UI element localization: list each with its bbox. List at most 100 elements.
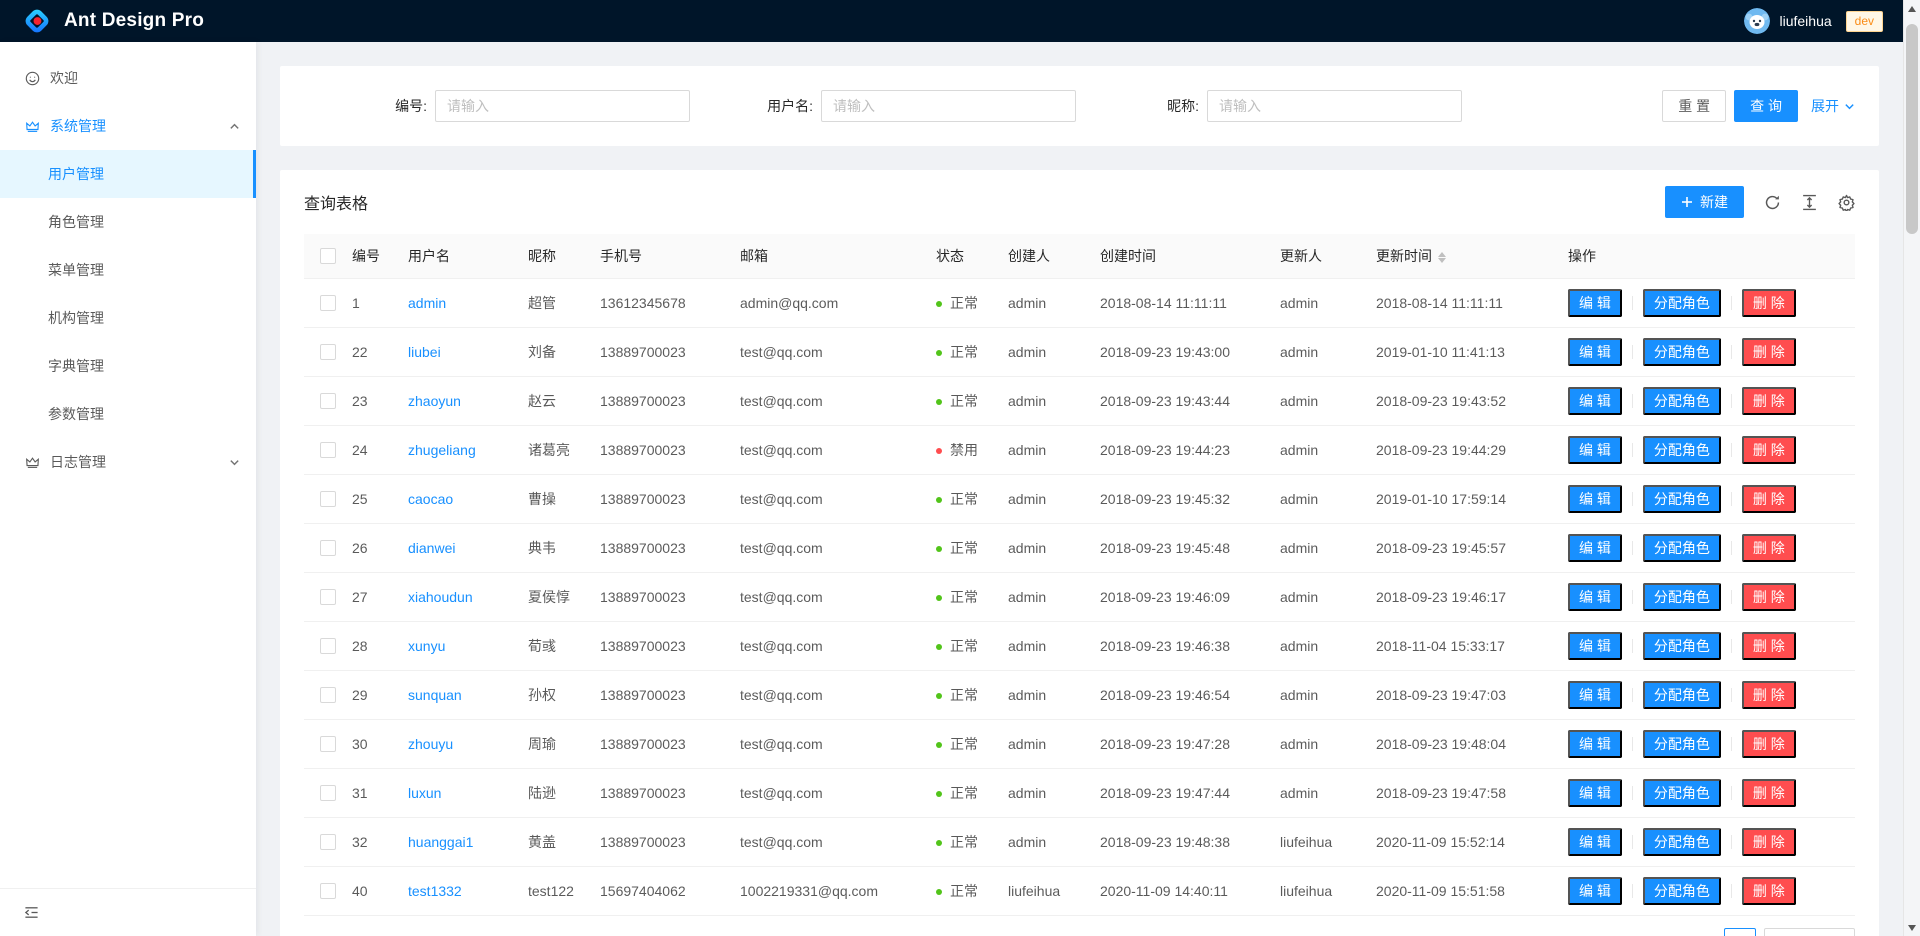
username-link[interactable]: zhugeliang xyxy=(408,442,476,458)
row-checkbox[interactable] xyxy=(320,589,336,605)
scrollbar-thumb[interactable] xyxy=(1906,24,1918,234)
cell-id: 31 xyxy=(352,768,408,817)
username-link[interactable]: zhaoyun xyxy=(408,393,461,409)
sidebar-item-user-mgmt[interactable]: 用户管理 xyxy=(0,150,256,198)
settings-gear-icon[interactable] xyxy=(1838,194,1855,211)
username-link[interactable]: admin xyxy=(408,295,446,311)
assign-role-button[interactable]: 分配角色 xyxy=(1643,632,1721,660)
assign-role-button[interactable]: 分配角色 xyxy=(1643,436,1721,464)
username-link[interactable]: sunquan xyxy=(408,687,462,703)
row-checkbox[interactable] xyxy=(320,834,336,850)
row-checkbox[interactable] xyxy=(320,638,336,654)
sidebar-item-system-mgmt[interactable]: 系统管理 xyxy=(0,102,256,150)
username-link[interactable]: zhouyu xyxy=(408,736,453,752)
delete-button[interactable]: 删 除 xyxy=(1742,387,1796,415)
edit-button[interactable]: 编 辑 xyxy=(1568,338,1622,366)
username-field[interactable] xyxy=(821,90,1076,122)
username-link[interactable]: xiahoudun xyxy=(408,589,473,605)
delete-button[interactable]: 删 除 xyxy=(1742,289,1796,317)
username-link[interactable]: huanggai1 xyxy=(408,834,473,850)
assign-role-button[interactable]: 分配角色 xyxy=(1643,828,1721,856)
select-all-checkbox[interactable] xyxy=(320,248,336,264)
sort-toggle[interactable] xyxy=(1438,252,1446,263)
nickname-field[interactable] xyxy=(1207,90,1462,122)
delete-button[interactable]: 删 除 xyxy=(1742,779,1796,807)
cell-nickname: 陆逊 xyxy=(528,768,600,817)
username-link[interactable]: dianwei xyxy=(408,540,455,556)
row-checkbox[interactable] xyxy=(320,687,336,703)
row-checkbox[interactable] xyxy=(320,295,336,311)
edit-button[interactable]: 编 辑 xyxy=(1568,289,1622,317)
assign-role-button[interactable]: 分配角色 xyxy=(1643,338,1721,366)
status-text: 正常 xyxy=(950,295,978,311)
delete-button[interactable]: 删 除 xyxy=(1742,681,1796,709)
scrollbar-down-arrow[interactable] xyxy=(1904,919,1920,936)
edit-button[interactable]: 编 辑 xyxy=(1568,583,1622,611)
delete-button[interactable]: 删 除 xyxy=(1742,485,1796,513)
page-size-select[interactable]: 20 条/页 xyxy=(1764,928,1855,936)
page-number-button[interactable]: 1 xyxy=(1724,928,1756,936)
delete-button[interactable]: 删 除 xyxy=(1742,534,1796,562)
row-checkbox[interactable] xyxy=(320,883,336,899)
username-link[interactable]: caocao xyxy=(408,491,453,507)
edit-button[interactable]: 编 辑 xyxy=(1568,436,1622,464)
sidebar-item-param-mgmt[interactable]: 参数管理 xyxy=(0,390,256,438)
edit-button[interactable]: 编 辑 xyxy=(1568,534,1622,562)
col-header-created-at: 创建时间 xyxy=(1100,234,1280,278)
row-checkbox[interactable] xyxy=(320,442,336,458)
delete-button[interactable]: 删 除 xyxy=(1742,877,1796,905)
username-link[interactable]: liubei xyxy=(408,344,441,360)
vertical-scrollbar[interactable] xyxy=(1903,0,1920,936)
row-checkbox[interactable] xyxy=(320,540,336,556)
edit-button[interactable]: 编 辑 xyxy=(1568,828,1622,856)
sidebar-item-welcome[interactable]: 欢迎 xyxy=(0,54,256,102)
assign-role-button[interactable]: 分配角色 xyxy=(1643,877,1721,905)
sidebar-collapse-trigger[interactable] xyxy=(0,888,256,936)
row-checkbox[interactable] xyxy=(320,785,336,801)
assign-role-button[interactable]: 分配角色 xyxy=(1643,534,1721,562)
row-checkbox[interactable] xyxy=(320,736,336,752)
sidebar-item-role-mgmt[interactable]: 角色管理 xyxy=(0,198,256,246)
sidebar-item-menu-mgmt[interactable]: 菜单管理 xyxy=(0,246,256,294)
delete-button[interactable]: 删 除 xyxy=(1742,583,1796,611)
edit-button[interactable]: 编 辑 xyxy=(1568,681,1622,709)
assign-role-button[interactable]: 分配角色 xyxy=(1643,289,1721,317)
assign-role-button[interactable]: 分配角色 xyxy=(1643,485,1721,513)
id-field[interactable] xyxy=(435,90,690,122)
column-height-icon[interactable] xyxy=(1801,194,1818,211)
reset-button[interactable]: 重 置 xyxy=(1662,90,1726,122)
expand-link[interactable]: 展开 xyxy=(1811,96,1855,116)
assign-role-button[interactable]: 分配角色 xyxy=(1643,779,1721,807)
sidebar-item-org-mgmt[interactable]: 机构管理 xyxy=(0,294,256,342)
delete-button[interactable]: 删 除 xyxy=(1742,632,1796,660)
delete-button[interactable]: 删 除 xyxy=(1742,730,1796,758)
edit-button[interactable]: 编 辑 xyxy=(1568,730,1622,758)
query-button[interactable]: 查 询 xyxy=(1734,90,1798,122)
row-checkbox[interactable] xyxy=(320,393,336,409)
reload-icon[interactable] xyxy=(1764,194,1781,211)
edit-button[interactable]: 编 辑 xyxy=(1568,485,1622,513)
assign-role-button[interactable]: 分配角色 xyxy=(1643,583,1721,611)
delete-button[interactable]: 删 除 xyxy=(1742,338,1796,366)
edit-button[interactable]: 编 辑 xyxy=(1568,632,1622,660)
sidebar-item-dict-mgmt[interactable]: 字典管理 xyxy=(0,342,256,390)
edit-button[interactable]: 编 辑 xyxy=(1568,387,1622,415)
edit-button[interactable]: 编 辑 xyxy=(1568,877,1622,905)
username-link[interactable]: xunyu xyxy=(408,638,445,654)
username-link[interactable]: luxun xyxy=(408,785,441,801)
username-link[interactable]: test1332 xyxy=(408,883,462,899)
header-username[interactable]: liufeihua xyxy=(1779,13,1831,29)
edit-button[interactable]: 编 辑 xyxy=(1568,779,1622,807)
sidebar-item-log-mgmt[interactable]: 日志管理 xyxy=(0,438,256,486)
row-checkbox[interactable] xyxy=(320,491,336,507)
new-button[interactable]: 新建 xyxy=(1665,186,1744,218)
row-checkbox[interactable] xyxy=(320,344,336,360)
scrollbar-up-arrow[interactable] xyxy=(1904,0,1920,17)
assign-role-button[interactable]: 分配角色 xyxy=(1643,681,1721,709)
user-avatar[interactable] xyxy=(1744,8,1770,34)
assign-role-button[interactable]: 分配角色 xyxy=(1643,387,1721,415)
delete-button[interactable]: 删 除 xyxy=(1742,436,1796,464)
assign-role-button[interactable]: 分配角色 xyxy=(1643,730,1721,758)
table-row: 22 liubei 刘备 13889700023 test@qq.com 正常 … xyxy=(304,327,1855,376)
delete-button[interactable]: 删 除 xyxy=(1742,828,1796,856)
